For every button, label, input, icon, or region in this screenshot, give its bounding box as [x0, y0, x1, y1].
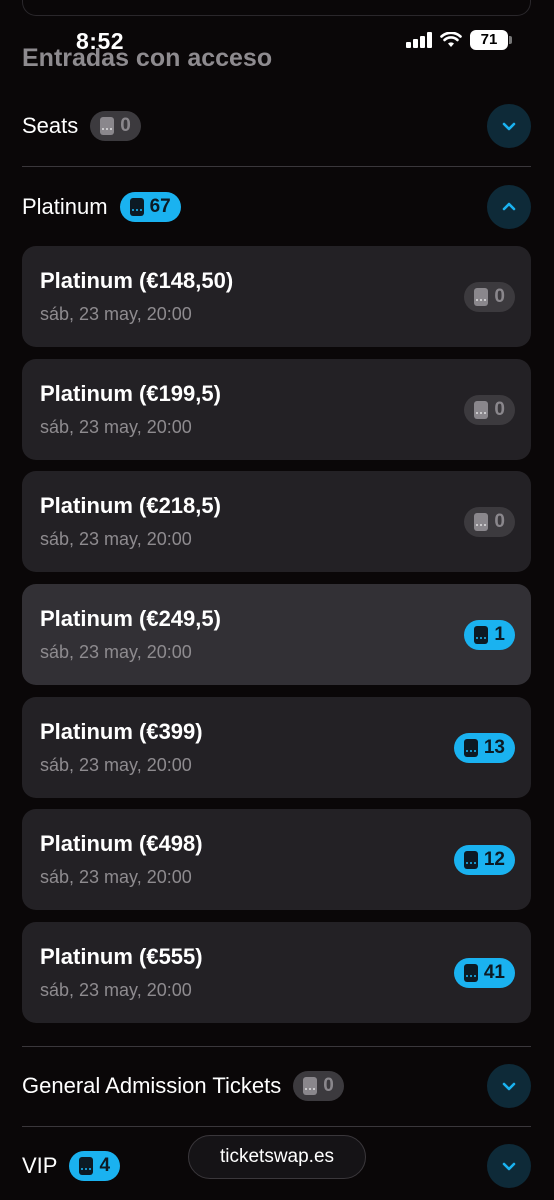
- ticket-icon: [474, 401, 489, 419]
- ticket-count-badge: 41: [453, 958, 515, 988]
- ticket-icon: [79, 1157, 94, 1175]
- category-seats[interactable]: Seats 0: [22, 96, 531, 156]
- category-name: General Admission Tickets: [22, 1073, 282, 1098]
- ticket-date: sáb, 23 may, 20:00: [40, 755, 192, 775]
- ticket-icon: [463, 851, 478, 869]
- expand-button[interactable]: [487, 1064, 531, 1108]
- ticket-count: 41: [483, 962, 505, 983]
- ticket-title: Platinum (€498): [40, 831, 203, 856]
- expand-button[interactable]: [487, 1144, 531, 1188]
- divider: [22, 166, 531, 167]
- ticket-card[interactable]: Platinum (€249,5) sáb, 23 may, 20:00 1: [22, 584, 531, 685]
- ticket-count-badge: 0: [464, 282, 515, 312]
- category-general-admission[interactable]: General Admission Tickets 0: [22, 1056, 531, 1116]
- ticket-count: 67: [149, 196, 171, 217]
- screen: 8:52 71 Entradas con acceso Seats 0 Plat…: [0, 0, 554, 1200]
- ticket-title: Platinum (€199,5): [40, 381, 221, 406]
- battery-icon: 71: [470, 30, 512, 50]
- ticket-count: 0: [494, 286, 505, 307]
- ticket-icon: [129, 198, 144, 216]
- ticket-card[interactable]: Platinum (€399) sáb, 23 may, 20:00 13: [22, 697, 531, 798]
- ticket-icon: [474, 626, 489, 644]
- ticket-date: sáb, 23 may, 20:00: [40, 980, 192, 1000]
- ticket-count: 1: [494, 624, 505, 645]
- ticket-card[interactable]: Platinum (€218,5) sáb, 23 may, 20:00 0: [22, 471, 531, 572]
- ticket-count-badge: 13: [453, 733, 515, 763]
- signal-icon: [406, 32, 432, 48]
- ticket-title: Platinum (€148,50): [40, 268, 234, 293]
- site-domain-pill[interactable]: ticketswap.es: [188, 1135, 366, 1179]
- category-platinum[interactable]: Platinum 67: [22, 177, 531, 237]
- ticket-date: sáb, 23 may, 20:00: [40, 867, 192, 887]
- chevron-down-icon: [502, 1082, 516, 1091]
- ticket-count: 0: [120, 115, 131, 136]
- ticket-icon: [474, 513, 489, 531]
- ticket-count: 0: [494, 399, 505, 420]
- status-indicators: 71: [406, 30, 512, 50]
- expand-button[interactable]: [487, 104, 531, 148]
- ticket-title: Platinum (€399): [40, 719, 203, 744]
- previous-card: [22, 0, 531, 16]
- ticket-icon: [463, 739, 478, 757]
- ticket-count-badge: 0: [464, 395, 515, 425]
- ticket-icon: [100, 117, 115, 135]
- category-name: Seats: [22, 113, 79, 138]
- ticket-date: sáb, 23 may, 20:00: [40, 529, 192, 549]
- chevron-down-icon: [502, 122, 516, 131]
- collapse-button[interactable]: [487, 185, 531, 229]
- ticket-icon: [474, 288, 489, 306]
- ticket-count-badge: 0: [464, 507, 515, 537]
- ticket-title: Platinum (€218,5): [40, 493, 221, 518]
- ticket-card[interactable]: Platinum (€148,50) sáb, 23 may, 20:00 0: [22, 246, 531, 347]
- ticket-title: Platinum (€249,5): [40, 606, 221, 631]
- chevron-down-icon: [502, 1162, 516, 1171]
- ticket-count-badge: 0: [90, 111, 141, 141]
- section-title: Entradas con acceso: [22, 44, 273, 72]
- ticket-card[interactable]: Platinum (€555) sáb, 23 may, 20:00 41: [22, 922, 531, 1023]
- chevron-up-icon: [502, 202, 516, 211]
- ticket-date: sáb, 23 may, 20:00: [40, 417, 192, 437]
- ticket-count: 0: [323, 1075, 334, 1096]
- ticket-icon: [463, 964, 478, 982]
- ticket-icon: [303, 1077, 318, 1095]
- ticket-count: 13: [483, 737, 505, 758]
- ticket-card[interactable]: Platinum (€498) sáb, 23 may, 20:00 12: [22, 809, 531, 910]
- ticket-count-badge: 1: [464, 620, 515, 650]
- ticket-date: sáb, 23 may, 20:00: [40, 304, 192, 324]
- ticket-date: sáb, 23 may, 20:00: [40, 642, 192, 662]
- divider: [22, 1046, 531, 1047]
- ticket-count-badge: 67: [119, 192, 181, 222]
- ticket-title: Platinum (€555): [40, 944, 203, 969]
- divider: [22, 1126, 531, 1127]
- ticket-count: 4: [99, 1155, 111, 1176]
- ticket-count-badge: 4: [69, 1151, 121, 1181]
- ticket-count-badge: 12: [453, 845, 515, 875]
- ticket-card[interactable]: Platinum (€199,5) sáb, 23 may, 20:00 0: [22, 359, 531, 460]
- ticket-count: 0: [494, 511, 505, 532]
- ticket-count: 12: [483, 849, 505, 870]
- ticket-count-badge: 0: [293, 1071, 344, 1101]
- category-name: VIP: [22, 1153, 58, 1178]
- wifi-icon: [440, 32, 462, 47]
- category-name: Platinum: [22, 194, 108, 219]
